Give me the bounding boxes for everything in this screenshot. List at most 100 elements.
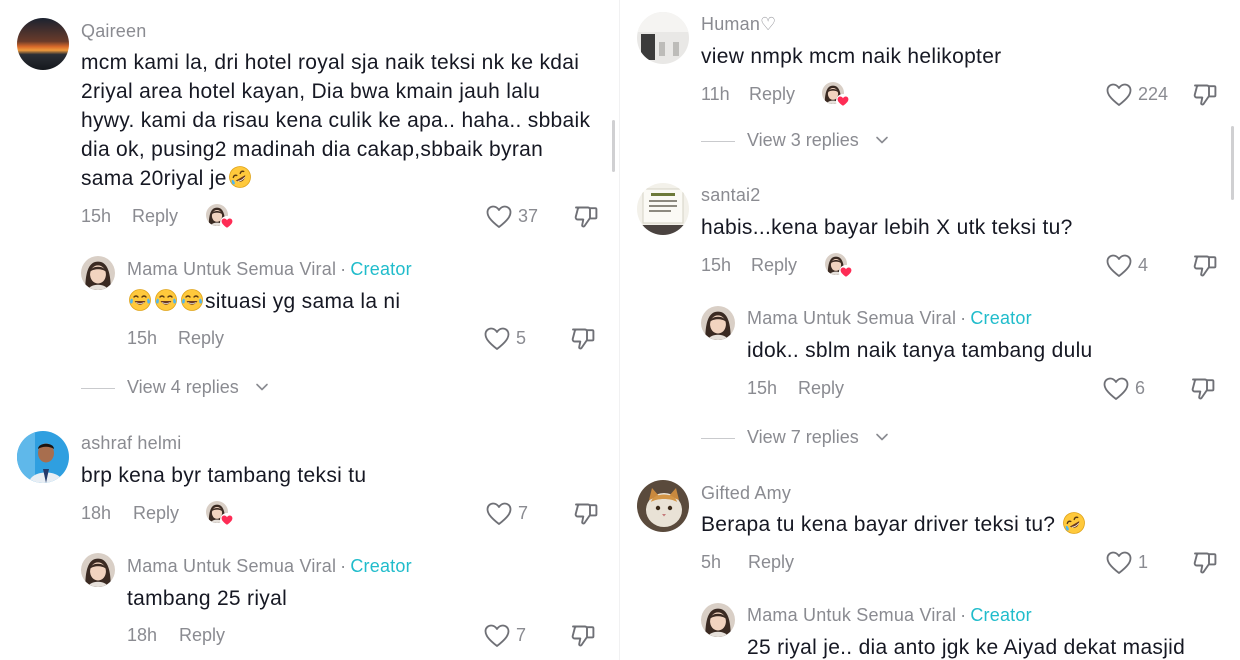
dislike-button[interactable] bbox=[1190, 375, 1216, 401]
reply-text: situasi yg sama la ni bbox=[127, 287, 597, 316]
avatar[interactable] bbox=[17, 431, 69, 483]
rofl-emoji-icon bbox=[228, 165, 252, 189]
dislike-icon bbox=[1192, 81, 1218, 107]
avatar[interactable] bbox=[637, 480, 689, 532]
dislike-icon bbox=[1192, 549, 1218, 575]
avatar[interactable] bbox=[81, 553, 115, 587]
joy-emoji-icon bbox=[128, 288, 152, 312]
like-count: 224 bbox=[1138, 84, 1169, 104]
reply-timestamp: 18h bbox=[127, 625, 158, 645]
dislike-button[interactable] bbox=[573, 500, 599, 526]
reply-text-content: situasi yg sama la ni bbox=[205, 290, 401, 313]
dislike-button[interactable] bbox=[1192, 252, 1218, 278]
dislike-icon bbox=[570, 325, 596, 351]
reply-button[interactable]: Reply bbox=[132, 206, 178, 227]
dislike-icon bbox=[570, 622, 596, 648]
dislike-icon bbox=[1190, 375, 1216, 401]
like-count: 5 bbox=[516, 328, 527, 348]
reply-button[interactable]: Reply bbox=[748, 552, 794, 573]
chevron-down-icon bbox=[875, 135, 889, 145]
reply-username[interactable]: Mama Untuk Semua Viral · Creator bbox=[747, 605, 1032, 626]
dislike-button[interactable] bbox=[573, 203, 599, 229]
heart-outline-icon bbox=[484, 327, 510, 351]
dislike-button[interactable] bbox=[570, 325, 596, 351]
dislike-button[interactable] bbox=[1192, 81, 1218, 107]
reply-button[interactable]: Reply bbox=[749, 84, 795, 105]
comment-username[interactable]: Gifted Amy bbox=[701, 483, 791, 504]
left-comments-panel: Qaireen mcm kami la, dri hotel royal sja… bbox=[0, 0, 620, 660]
like-count: 1 bbox=[1138, 552, 1149, 572]
heart-outline-icon bbox=[484, 624, 510, 648]
avatar[interactable] bbox=[81, 256, 115, 290]
reply-button[interactable]: Reply bbox=[179, 625, 225, 646]
comment-username[interactable]: santai2 bbox=[701, 185, 760, 206]
reply-username[interactable]: Mama Untuk Semua Viral · Creator bbox=[127, 259, 412, 280]
reply-username-text: Mama Untuk Semua Viral bbox=[747, 308, 957, 328]
right-comments-panel: Human♡ view nmpk mcm naik helikopter 11h… bbox=[620, 0, 1240, 660]
reply-button[interactable]: Reply bbox=[798, 378, 844, 399]
comment-username[interactable]: Qaireen bbox=[81, 21, 146, 42]
creator-liked-avatar bbox=[822, 82, 846, 106]
creator-badge: Creator bbox=[970, 308, 1032, 328]
reply-username-text: Mama Untuk Semua Viral bbox=[747, 605, 957, 625]
avatar[interactable] bbox=[637, 12, 689, 64]
reply-button[interactable]: Reply bbox=[178, 328, 224, 349]
like-count: 6 bbox=[1135, 378, 1146, 398]
dislike-icon bbox=[1192, 252, 1218, 278]
comment-timestamp: 11h bbox=[701, 84, 730, 104]
avatar[interactable] bbox=[637, 183, 689, 235]
dislike-icon bbox=[573, 500, 599, 526]
comment-timestamp: 15h bbox=[701, 255, 732, 275]
reply-timestamp: 15h bbox=[747, 378, 778, 398]
creator-liked-heart-icon bbox=[839, 265, 853, 279]
divider-line bbox=[701, 438, 735, 439]
view-replies-button[interactable]: View 7 replies bbox=[701, 427, 901, 451]
avatar[interactable] bbox=[701, 306, 735, 340]
view-replies-label: View 4 replies bbox=[127, 377, 239, 397]
avatar[interactable] bbox=[701, 603, 735, 637]
creator-liked-avatar bbox=[206, 204, 230, 228]
view-replies-label: View 7 replies bbox=[747, 427, 859, 447]
creator-badge: Creator bbox=[350, 259, 412, 279]
scrollbar[interactable] bbox=[1231, 126, 1234, 200]
creator-liked-heart-icon bbox=[220, 513, 234, 527]
reply-username[interactable]: Mama Untuk Semua Viral · Creator bbox=[747, 308, 1032, 329]
reply-button[interactable]: Reply bbox=[751, 255, 797, 276]
chevron-down-icon bbox=[875, 432, 889, 442]
divider-line bbox=[81, 388, 115, 389]
heart-outline-icon bbox=[1106, 551, 1132, 575]
like-count: 7 bbox=[518, 503, 529, 523]
creator-liked-avatar bbox=[825, 253, 849, 277]
reply-username[interactable]: Mama Untuk Semua Viral · Creator bbox=[127, 556, 412, 577]
rofl-emoji-icon bbox=[1062, 511, 1086, 535]
dislike-button[interactable] bbox=[570, 622, 596, 648]
comment-timestamp: 15h bbox=[81, 206, 112, 226]
chevron-down-icon bbox=[255, 382, 269, 392]
view-replies-button[interactable]: View 3 replies bbox=[701, 130, 901, 154]
comment-text: Berapa tu kena bayar driver teksi tu? bbox=[701, 510, 1211, 539]
joy-emoji-icon bbox=[180, 288, 204, 312]
heart-outline-icon bbox=[1106, 254, 1132, 278]
avatar[interactable] bbox=[17, 18, 69, 70]
comment-timestamp: 18h bbox=[81, 503, 112, 523]
comment-text: view nmpk mcm naik helikopter bbox=[701, 45, 1002, 68]
creator-liked-avatar bbox=[206, 501, 230, 525]
comment-text: brp kena byr tambang teksi tu bbox=[81, 464, 367, 487]
creator-badge: Creator bbox=[970, 605, 1032, 625]
view-replies-button[interactable]: View 4 replies bbox=[81, 377, 281, 401]
like-count: 7 bbox=[516, 625, 527, 645]
reply-text: idok.. sblm naik tanya tambang dulu bbox=[747, 339, 1093, 362]
comment-username[interactable]: ashraf helmi bbox=[81, 433, 181, 454]
comment-text-content: Berapa tu kena bayar driver teksi tu? bbox=[701, 513, 1056, 536]
dislike-button[interactable] bbox=[1192, 549, 1218, 575]
reply-username-text: Mama Untuk Semua Viral bbox=[127, 259, 337, 279]
scrollbar[interactable] bbox=[612, 120, 615, 172]
comment-username[interactable]: Human♡ bbox=[701, 14, 776, 35]
comment-text: mcm kami la, dri hotel royal sja naik te… bbox=[81, 48, 591, 193]
heart-outline-icon bbox=[486, 502, 512, 526]
comment-timestamp: 5h bbox=[701, 552, 722, 572]
heart-outline-icon bbox=[1106, 83, 1132, 107]
reply-button[interactable]: Reply bbox=[133, 503, 179, 524]
reply-text: 25 riyal je.. dia anto jgk ke Aiyad deka… bbox=[747, 636, 1186, 659]
creator-badge: Creator bbox=[350, 556, 412, 576]
